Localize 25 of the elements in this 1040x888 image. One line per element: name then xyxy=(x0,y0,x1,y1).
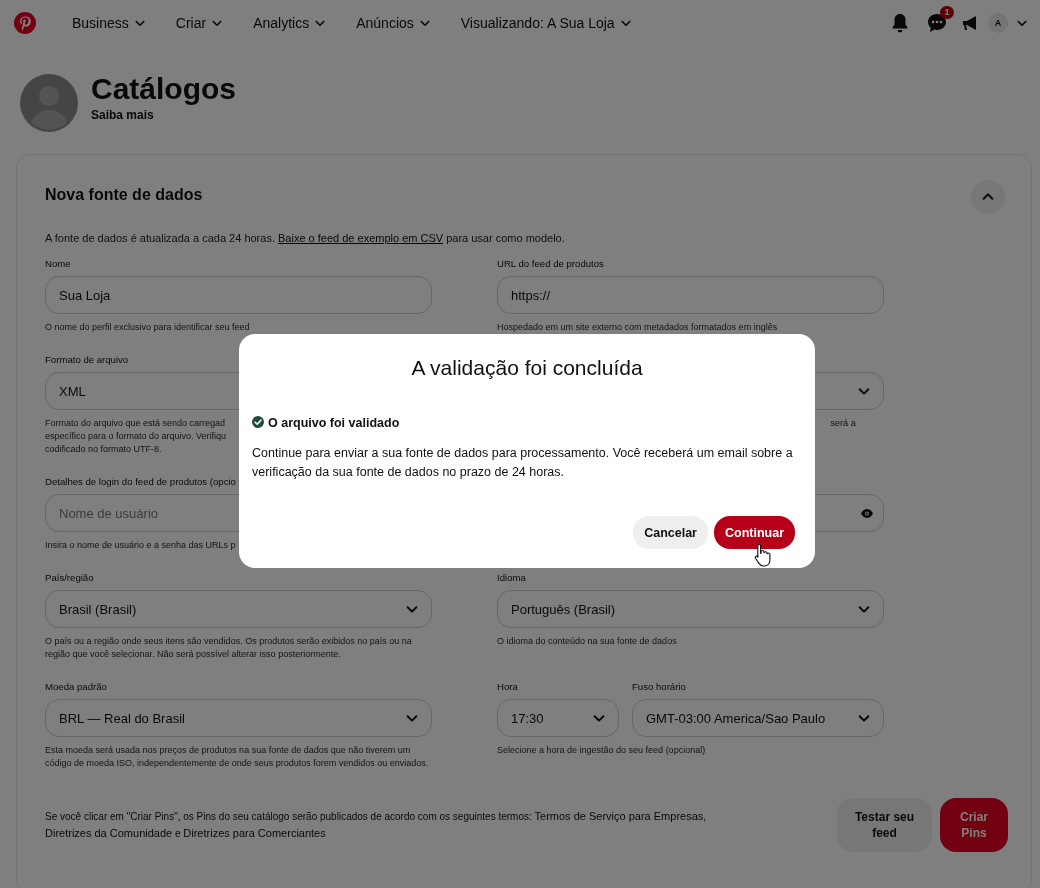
helper-text: Formato do arquivo que está sendo carregad específico para o formato do arquivo. Verifiqu codificado no formato UTF-8. xyxy=(45,417,227,456)
field-label: Idioma xyxy=(497,572,526,585)
helper-text: O país ou a região onde seus itens são vendidos. Os produtos serão exibidos no país ou na região que você selecionar. Não será possível alterar isso posteriormente. xyxy=(45,635,413,661)
notification-count: 1 xyxy=(940,6,954,19)
field-label: URL do feed de produtos xyxy=(497,258,604,271)
field-label: Fuso horário xyxy=(632,681,686,694)
terms-text: Se você clicar em "Criar Pins", os Pins do seu catálogo serão publicados de acordo com os seguintes termos: Termos de Serviço para Empresas, Diretrizes da Comunidade e Diretrizes para Comerciantes xyxy=(45,809,708,841)
helper-text: Hospedado em um site externo com metadados formatados em inglês xyxy=(497,321,779,334)
helper-text: O idioma do conteúdo na sua fonte de dados xyxy=(497,635,678,648)
field-label: Nome xyxy=(45,258,71,271)
helper-text: O nome do perfil exclusivo para identificar seu feed xyxy=(45,321,251,334)
field-label: Formato de arquivo xyxy=(45,354,129,367)
field-label: Detalhes de login do feed de produtos (opcio xyxy=(45,476,236,489)
data-source-info-text: A fonte de dados é atualizada a cada 24 horas. Baixe o feed de exemplo em CSV para usar como modelo. xyxy=(45,232,566,244)
field-label: Moeda padrão xyxy=(45,681,107,694)
helper-text: será a xyxy=(829,417,857,430)
dialog-message: Continue para enviar a sua fonte de dados para processamento. Você receberá um email sobre a verificação da sua fonte de dados no prazo de 24 horas. xyxy=(252,445,794,481)
field-label: Hora xyxy=(497,681,518,694)
helper-text: Selecione a hora de ingestão do seu feed (opcional) xyxy=(497,744,707,757)
helper-text: Esta moeda será usada nos preços de produtos na sua fonte de dados que não tiverem um código de moeda ISO, independentemente de onde seus produtos forem vendidos ou enviados. xyxy=(45,744,430,770)
section-title: Nova fonte de dados xyxy=(45,186,203,204)
field-label: País/região xyxy=(45,572,94,585)
helper-text: Insira o nome de usuário e a senha das URLs p xyxy=(45,539,237,552)
page-title: Catálogos xyxy=(91,74,237,104)
validation-status: O arquivo foi validado xyxy=(268,416,400,430)
